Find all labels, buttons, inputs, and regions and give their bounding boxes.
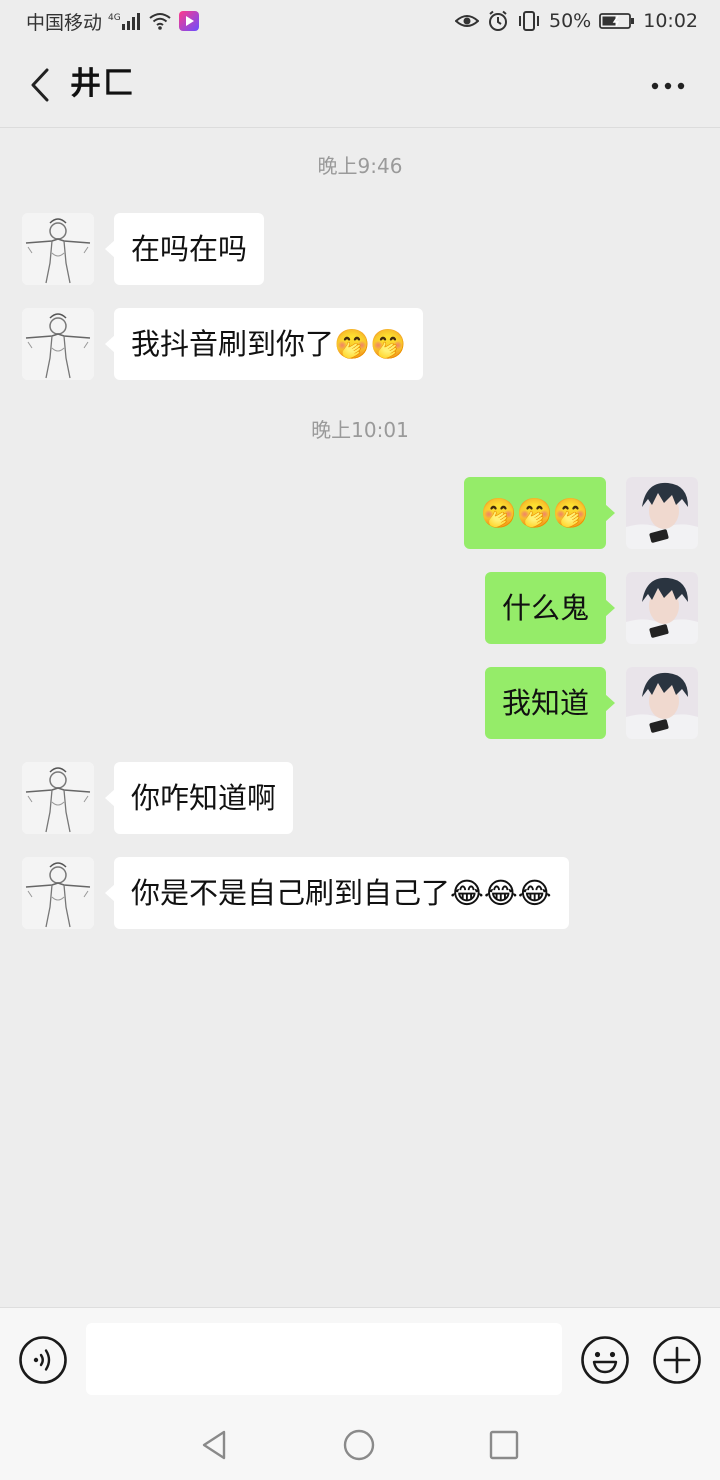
system-nav-bar [0,1410,720,1480]
contact-avatar[interactable] [22,762,94,834]
chat-screen: 中国移动 4G 50% 10:02 井匚 晚上9:46 在吗在吗 我抖音刷到你了… [0,0,720,1480]
message-row-outgoing: 🤭🤭🤭 [0,477,720,551]
eye-icon [455,11,479,31]
chat-title: 井匚 [70,66,136,102]
more-dots-icon [651,82,685,90]
more-functions-button[interactable] [652,1335,702,1385]
message-bubble-outgoing[interactable]: 什么鬼 [484,572,616,644]
contact-avatar[interactable] [22,213,94,285]
back-triangle-icon [202,1430,226,1460]
app-icon [178,10,200,32]
self-avatar[interactable] [626,477,698,549]
plus-icon [653,1336,701,1384]
system-home-button[interactable] [342,1428,376,1462]
message-bubble-incoming[interactable]: 在吗在吗 [104,213,265,285]
self-avatar[interactable] [626,572,698,644]
emoji-button[interactable] [580,1335,630,1385]
contact-avatar[interactable] [22,857,94,929]
chevron-left-icon [31,68,49,102]
timestamp: 晚上9:46 [317,154,403,178]
message-row-incoming: 你咋知道啊 [0,762,720,836]
alarm-icon [487,10,509,32]
vibrate-icon [517,10,541,32]
contact-avatar[interactable] [22,308,94,380]
network-type: 4G [108,13,121,23]
message-bubble-incoming[interactable]: 我抖音刷到你了🤭🤭 [104,308,424,380]
message-bubble-outgoing[interactable]: 🤭🤭🤭 [463,477,616,549]
status-bar: 中国移动 4G 50% 10:02 [0,0,720,42]
voice-button[interactable] [18,1335,68,1385]
battery-icon [599,12,635,30]
nav-bar: 井匚 [0,42,720,128]
message-bubble-outgoing[interactable]: 我知道 [484,667,616,739]
message-bubble-incoming[interactable]: 你是不是自己刷到自己了😂😂😂 [105,857,569,929]
home-circle-icon [343,1429,375,1461]
message-bubble-incoming[interactable]: 你咋知道啊 [104,762,294,834]
clock: 10:02 [643,10,698,32]
message-row-incoming: 我抖音刷到你了🤭🤭 [0,308,720,382]
message-row-incoming: 你是不是自己刷到自己了😂😂😂 [0,857,720,931]
voice-icon [19,1336,67,1384]
back-button[interactable] [20,64,60,106]
message-input[interactable] [86,1323,562,1395]
wifi-icon [148,11,172,31]
message-row-outgoing: 我知道 [0,667,720,741]
self-avatar[interactable] [626,667,698,739]
system-recents-button[interactable] [487,1428,521,1462]
carrier-name: 中国移动 [26,11,103,34]
input-bar [0,1307,720,1410]
battery-percent: 50% [549,10,592,32]
emoji-icon [581,1336,629,1384]
message-list[interactable]: 晚上9:46 在吗在吗 我抖音刷到你了🤭🤭 晚上10:01 🤭🤭🤭 什么鬼 我知… [0,129,720,1307]
signal-icon: 4G [108,11,142,31]
recents-square-icon [489,1430,519,1460]
message-row-incoming: 在吗在吗 [0,213,720,287]
system-back-button[interactable] [198,1428,232,1462]
timestamp: 晚上10:01 [311,418,409,442]
message-row-outgoing: 什么鬼 [0,572,720,646]
more-button[interactable] [644,66,692,106]
